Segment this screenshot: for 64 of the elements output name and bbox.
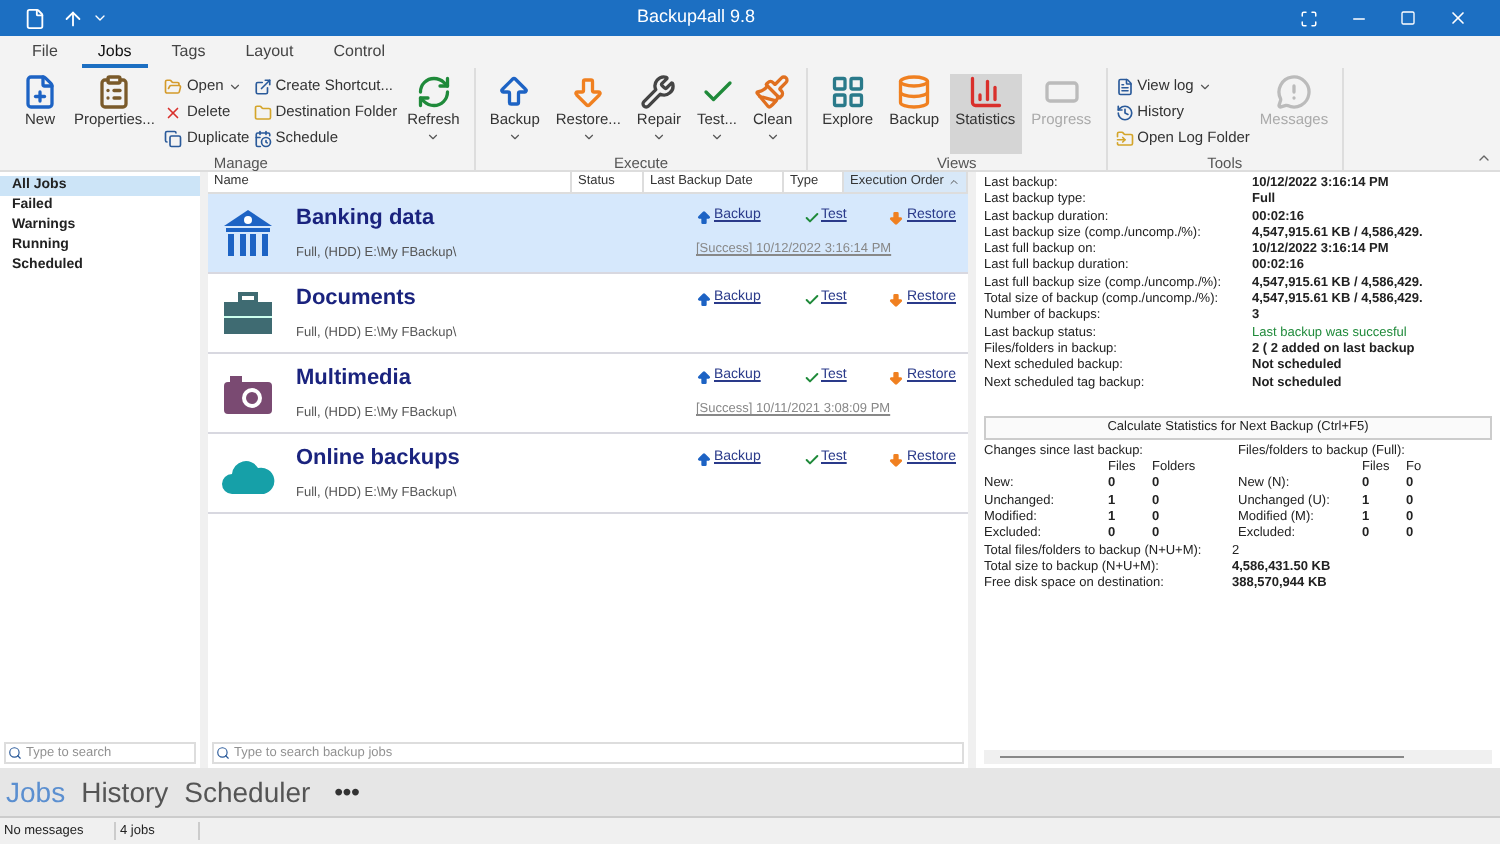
job-name: Documents	[296, 283, 418, 314]
check-icon	[803, 369, 819, 386]
down-arrow-icon	[888, 209, 905, 226]
caret-icon	[710, 130, 724, 144]
caret-icon	[651, 130, 666, 144]
up-arrow-icon	[696, 291, 712, 307]
more-button[interactable]: •••	[334, 774, 360, 810]
history-icon	[1115, 103, 1134, 121]
refresh-icon	[415, 74, 452, 110]
up-arrow-icon	[696, 369, 712, 386]
bar-chart-icon	[967, 74, 1004, 110]
close-icon[interactable]	[1448, 8, 1468, 28]
caret-icon[interactable]	[92, 10, 108, 26]
collapse-icon[interactable]	[1476, 150, 1492, 166]
window-title: Backup4all 9.8	[636, 4, 756, 31]
caret-icon	[581, 130, 596, 144]
message-icon	[1276, 74, 1313, 110]
search-icon	[216, 746, 230, 760]
caret-icon	[227, 79, 242, 93]
open-folder-icon	[164, 77, 183, 95]
check-icon	[803, 451, 819, 467]
search-icon	[8, 746, 22, 760]
folder-icon	[1115, 129, 1134, 147]
up-arrow-icon	[496, 74, 533, 110]
down-arrow-icon	[888, 369, 905, 386]
job-name: Banking data	[296, 203, 437, 234]
nav-tab[interactable]: History	[81, 771, 169, 813]
caret-icon	[765, 130, 780, 144]
job-name: Online backups	[296, 443, 462, 474]
maximize-icon[interactable]	[1400, 10, 1416, 26]
nav-tab[interactable]: Scheduler	[184, 771, 311, 813]
horizontal-scrollbar[interactable]	[984, 750, 1492, 764]
up-arrow-icon	[696, 451, 712, 467]
delete-icon	[164, 103, 183, 121]
copy-icon	[164, 129, 183, 147]
menu-tab[interactable]: Control	[317, 38, 402, 68]
fullscreen-icon[interactable]	[1300, 9, 1318, 27]
up-arrow-icon	[696, 209, 712, 226]
menu-tab[interactable]: Layout	[229, 38, 310, 68]
menu-tab[interactable]: Tags	[155, 38, 222, 68]
shortcut-icon	[253, 77, 272, 95]
database-icon	[896, 74, 933, 110]
menu-tab[interactable]: File	[16, 38, 74, 68]
clipboard-icon	[96, 74, 133, 110]
log-file-icon	[1115, 77, 1134, 95]
up-arrow-icon[interactable]	[62, 7, 84, 29]
sort-icon	[947, 176, 960, 188]
bank-icon	[220, 205, 276, 261]
down-arrow-icon	[570, 74, 607, 110]
grid-icon	[829, 74, 866, 110]
down-arrow-icon	[888, 291, 905, 307]
caret-icon	[1197, 79, 1212, 93]
check-icon	[803, 291, 819, 307]
caret-icon	[507, 130, 522, 144]
wrench-icon	[640, 74, 677, 110]
caret-icon	[426, 130, 441, 144]
down-arrow-icon	[888, 451, 905, 467]
brush-icon	[754, 74, 791, 110]
schedule-icon	[253, 129, 272, 147]
file-icon[interactable]	[24, 7, 46, 29]
new-file-icon	[22, 74, 58, 110]
job-name: Multimedia	[296, 363, 413, 394]
check-icon	[803, 209, 819, 226]
folder-icon	[253, 103, 272, 121]
